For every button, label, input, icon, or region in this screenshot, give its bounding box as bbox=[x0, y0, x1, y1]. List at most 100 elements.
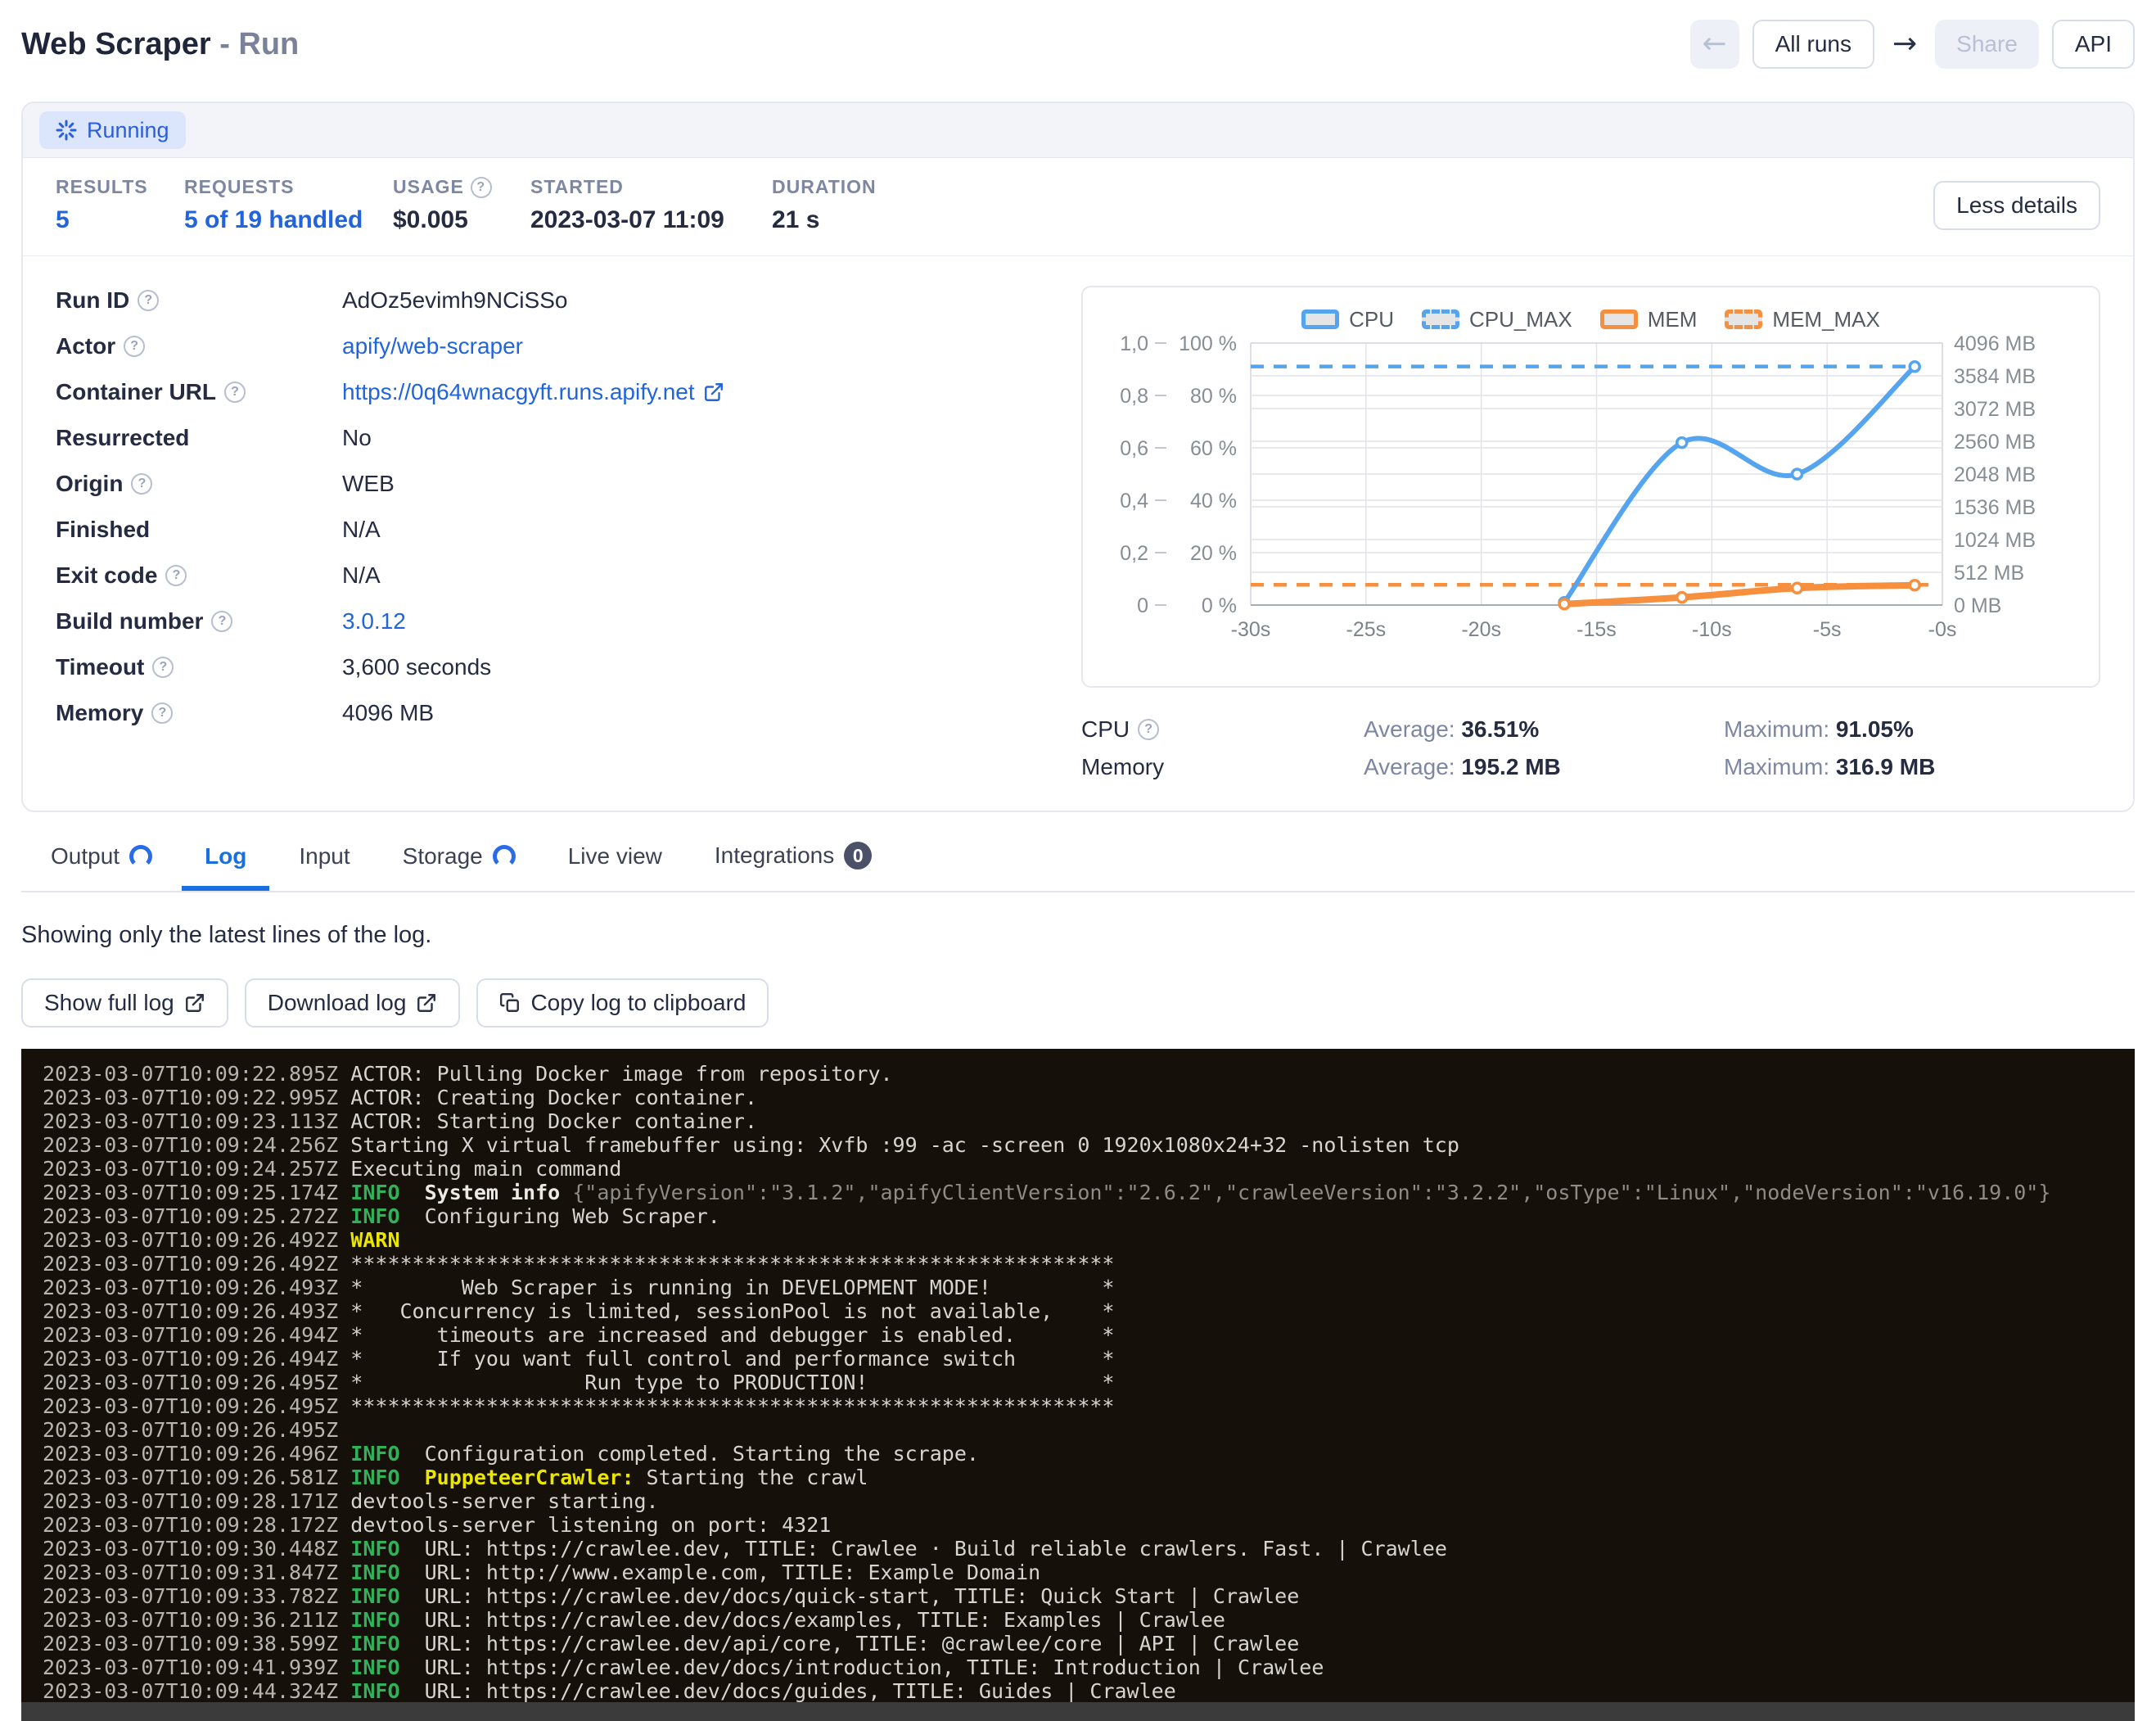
help-icon[interactable]: ? bbox=[124, 336, 145, 357]
help-icon[interactable]: ? bbox=[165, 565, 187, 586]
api-button[interactable]: API bbox=[2052, 20, 2135, 69]
log-line: 2023-03-07T10:09:22.895Z ACTOR: Pulling … bbox=[43, 1062, 2135, 1086]
detail-link-actor[interactable]: apify/web-scraper bbox=[342, 333, 523, 359]
log-terminal: 2023-03-07T10:09:22.895Z ACTOR: Pulling … bbox=[21, 1049, 2135, 1721]
tab-integrations[interactable]: Integrations0 bbox=[692, 837, 895, 891]
tab-log[interactable]: Log bbox=[182, 838, 269, 891]
svg-text:20 %: 20 % bbox=[1190, 542, 1237, 565]
log-line: 2023-03-07T10:09:26.493Z * Concurrency i… bbox=[43, 1299, 2135, 1323]
log-timestamp: 2023-03-07T10:09:26.494Z bbox=[43, 1347, 338, 1371]
metrics-chart: -30s-25s-20s-15s-10s-5s-0s1,0100 %0,880 … bbox=[1083, 332, 2057, 675]
help-icon[interactable]: ? bbox=[131, 473, 152, 495]
page-title-main: Web Scraper bbox=[21, 27, 211, 61]
log-message-segment: Starting the crawl bbox=[634, 1466, 868, 1489]
log-message-segment: ****************************************… bbox=[350, 1394, 1114, 1418]
detail-value-exit-code: N/A bbox=[342, 562, 381, 589]
help-icon[interactable]: ? bbox=[138, 290, 159, 311]
less-details-button[interactable]: Less details bbox=[1933, 181, 2100, 230]
resource-average-memory: Average: 195.2 MB bbox=[1364, 754, 1724, 780]
help-icon[interactable]: ? bbox=[1138, 719, 1159, 740]
svg-text:-25s: -25s bbox=[1346, 618, 1387, 641]
help-icon[interactable]: ? bbox=[224, 382, 246, 403]
log-message-segment: URL: https://crawlee.dev/docs/quick-star… bbox=[425, 1584, 1300, 1608]
svg-text:60 %: 60 % bbox=[1190, 437, 1237, 460]
log-line: 2023-03-07T10:09:31.847Z INFO URL: http:… bbox=[43, 1561, 2135, 1584]
log-message-segment: Starting X virtual framebuffer using: Xv… bbox=[350, 1133, 1459, 1157]
stat-label-text: REQUESTS bbox=[184, 176, 295, 198]
help-icon[interactable]: ? bbox=[211, 611, 232, 632]
run-detail-page: Web Scraper - Run ← All runs → Share API bbox=[0, 0, 2156, 1721]
detail-label-resurrected: Resurrected bbox=[56, 425, 342, 451]
log-message-segment: Configuring Web Scraper. bbox=[425, 1204, 720, 1228]
log-message-segment: {"apifyVersion":"3.1.2","apifyClientVers… bbox=[572, 1181, 2050, 1204]
average-value: 36.51% bbox=[1461, 716, 1539, 742]
page-title: Web Scraper - Run bbox=[21, 25, 299, 64]
page-header: Web Scraper - Run ← All runs → Share API bbox=[21, 0, 2135, 69]
legend-item-cpu_max: CPU_MAX bbox=[1422, 307, 1572, 332]
stat-value-started: 2023-03-07 11:09 bbox=[530, 206, 772, 234]
help-icon[interactable]: ? bbox=[471, 177, 492, 198]
detail-value-resurrected: No bbox=[342, 425, 372, 451]
log-line: 2023-03-07T10:09:23.113Z ACTOR: Starting… bbox=[43, 1109, 2135, 1133]
tab-storage[interactable]: Storage bbox=[380, 838, 539, 891]
log-timestamp: 2023-03-07T10:09:26.492Z bbox=[43, 1252, 338, 1276]
detail-label-container-url: Container URL? bbox=[56, 379, 342, 405]
log-message-segment: Configuration completed. Starting the sc… bbox=[425, 1442, 979, 1466]
log-timestamp: 2023-03-07T10:09:31.847Z bbox=[43, 1561, 338, 1584]
log-line: 2023-03-07T10:09:25.272Z INFO Configurin… bbox=[43, 1204, 2135, 1228]
download-log-button[interactable]: Download log bbox=[245, 978, 461, 1028]
detail-label-run-id: Run ID? bbox=[56, 287, 342, 314]
stat-label-usage: USAGE? bbox=[393, 176, 530, 198]
stat-label-started: STARTED bbox=[530, 176, 772, 198]
detail-link-build-number[interactable]: 3.0.12 bbox=[342, 608, 406, 635]
log-note: Showing only the latest lines of the log… bbox=[21, 922, 2135, 949]
log-timestamp: 2023-03-07T10:09:25.272Z bbox=[43, 1204, 338, 1228]
stat-results: RESULTS 5 bbox=[56, 176, 184, 234]
tab-input[interactable]: Input bbox=[276, 838, 372, 891]
legend-item-mem: MEM bbox=[1600, 307, 1698, 332]
copy-log-clipboard-button[interactable]: Copy log to clipboard bbox=[476, 978, 769, 1028]
tab-badge-integrations: 0 bbox=[844, 842, 872, 870]
svg-text:40 %: 40 % bbox=[1190, 490, 1237, 513]
svg-text:512 MB: 512 MB bbox=[1954, 562, 2024, 585]
stat-value-requests[interactable]: 5 of 19 handled bbox=[184, 206, 393, 234]
log-level: INFO bbox=[350, 1442, 399, 1466]
tab-output[interactable]: Output bbox=[28, 838, 175, 891]
log-level: INFO bbox=[350, 1181, 399, 1204]
detail-label-memory: Memory? bbox=[56, 700, 342, 726]
detail-link-container-url[interactable]: https://0q64wnacgyft.runs.apify.net bbox=[342, 379, 695, 405]
log-timestamp: 2023-03-07T10:09:44.324Z bbox=[43, 1679, 338, 1703]
log-level: INFO bbox=[350, 1204, 399, 1228]
all-runs-button[interactable]: All runs bbox=[1752, 20, 1874, 69]
log-level: INFO bbox=[350, 1537, 399, 1561]
tab-live-view[interactable]: Live view bbox=[545, 838, 685, 891]
detail-label-text: Build number bbox=[56, 608, 203, 635]
maximum-label: Maximum: bbox=[1724, 754, 1836, 779]
log-timestamp: 2023-03-07T10:09:24.257Z bbox=[43, 1157, 338, 1181]
terminal-scrollbar[interactable] bbox=[21, 1702, 2135, 1721]
detail-text-memory: 4096 MB bbox=[342, 700, 434, 726]
detail-value-finished: N/A bbox=[342, 517, 381, 543]
share-button[interactable]: Share bbox=[1935, 20, 2039, 69]
next-run-button[interactable]: → bbox=[1888, 20, 1922, 69]
status-badge: Running bbox=[39, 111, 186, 149]
log-line: 2023-03-07T10:09:26.494Z * timeouts are … bbox=[43, 1323, 2135, 1347]
detail-text-resurrected: No bbox=[342, 425, 372, 451]
stat-value-duration: 21 s bbox=[772, 206, 877, 234]
stat-label-results: RESULTS bbox=[56, 176, 184, 198]
resource-row-memory: MemoryAverage: 195.2 MBMaximum: 316.9 MB bbox=[1081, 748, 2100, 786]
log-line: 2023-03-07T10:09:30.448Z INFO URL: https… bbox=[43, 1537, 2135, 1561]
detail-value-container-url: https://0q64wnacgyft.runs.apify.net bbox=[342, 379, 724, 405]
help-icon[interactable]: ? bbox=[151, 702, 173, 724]
svg-text:0,8: 0,8 bbox=[1120, 385, 1148, 408]
help-icon[interactable]: ? bbox=[152, 657, 174, 678]
legend-item-mem_max: MEM_MAX bbox=[1725, 307, 1879, 332]
log-line: 2023-03-07T10:09:24.256Z Starting X virt… bbox=[43, 1133, 2135, 1157]
log-message-segment: * Web Scraper is running in DEVELOPMENT … bbox=[350, 1276, 1114, 1299]
stat-value-results[interactable]: 5 bbox=[56, 206, 184, 234]
legend-swatch-cpu_max bbox=[1422, 309, 1459, 329]
log-level: INFO bbox=[350, 1584, 399, 1608]
show-full-log-button[interactable]: Show full log bbox=[21, 978, 228, 1028]
previous-run-button[interactable]: ← bbox=[1690, 20, 1739, 69]
average-value: 195.2 MB bbox=[1461, 754, 1560, 779]
